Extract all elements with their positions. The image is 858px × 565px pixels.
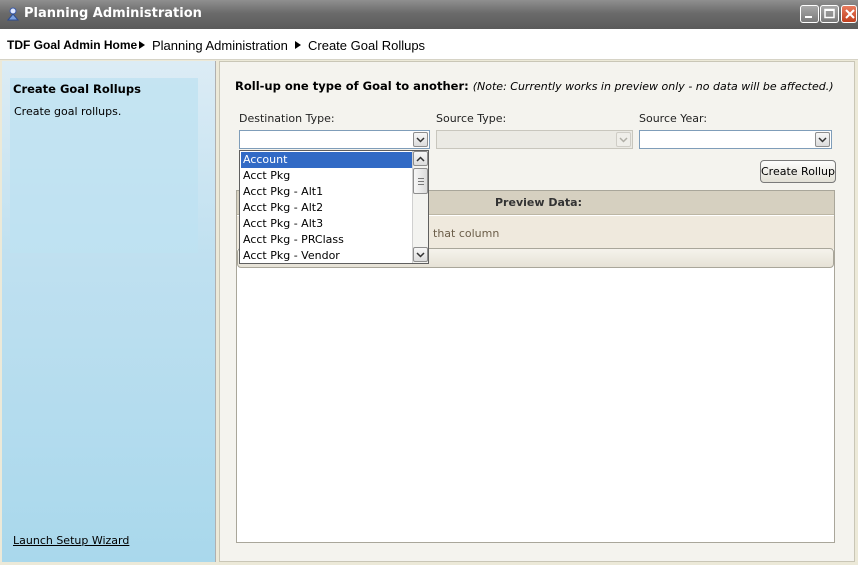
breadcrumb-create-goal-rollups: Create Goal Rollups [308, 38, 426, 53]
dropdown-option[interactable]: Acct Pkg - PRClass [241, 232, 413, 248]
source-year-label: Source Year: [639, 112, 708, 125]
launch-setup-wizard-link[interactable]: Launch Setup Wizard [13, 534, 129, 547]
scroll-thumb[interactable] [413, 168, 428, 194]
page-heading-text: Roll-up one type of Goal to another: [235, 79, 469, 93]
group-by-hint-text: that column [433, 227, 500, 240]
window-title: Planning Administration [24, 6, 202, 21]
source-year-select[interactable] [639, 130, 832, 149]
page-heading: Roll-up one type of Goal to another: (No… [235, 79, 834, 93]
source-type-label: Source Type: [436, 112, 507, 125]
dropdown-scrollbar[interactable] [412, 151, 428, 263]
destination-type-select[interactable] [239, 130, 430, 149]
close-button[interactable] [841, 5, 857, 23]
source-type-select[interactable] [436, 130, 633, 149]
app-icon [5, 6, 21, 22]
breadcrumb-home[interactable]: TDF Goal Admin Home [7, 38, 137, 52]
preview-title: Preview Data: [495, 196, 582, 209]
sidebar-description: Create goal rollups. [14, 105, 122, 118]
breadcrumb-separator-icon [139, 41, 145, 49]
chevron-down-icon [616, 132, 631, 147]
scroll-down-icon[interactable] [413, 247, 428, 262]
dropdown-option-account[interactable]: Account [241, 152, 413, 168]
destination-type-label: Destination Type: [239, 112, 335, 125]
dropdown-option[interactable]: Acct Pkg [241, 168, 413, 184]
breadcrumb-planning-administration[interactable]: Planning Administration [152, 38, 288, 53]
scroll-up-icon[interactable] [413, 151, 428, 166]
title-bar[interactable]: Planning Administration [0, 0, 858, 29]
dropdown-option[interactable]: Acct Pkg - Alt3 [241, 216, 413, 232]
dropdown-option[interactable]: Acct Pkg - Alt2 [241, 200, 413, 216]
breadcrumb: TDF Goal Admin Home Planning Administrat… [0, 29, 858, 60]
chevron-down-icon[interactable] [815, 132, 830, 147]
maximize-button[interactable] [820, 5, 839, 23]
dropdown-option[interactable]: Acct Pkg - Vendor [241, 248, 413, 264]
create-rollup-button[interactable]: Create Rollup [760, 160, 836, 183]
preview-note: (Note: Currently works in preview only -… [472, 80, 834, 93]
main-panel: Roll-up one type of Goal to another: (No… [219, 61, 855, 562]
sidebar-title: Create Goal Rollups [13, 82, 141, 96]
chevron-down-icon[interactable] [413, 132, 428, 147]
minimize-button[interactable] [800, 5, 819, 23]
app-window: Planning Administration TDF Goal Admin H… [0, 0, 858, 565]
dropdown-option[interactable]: Acct Pkg - Alt1 [241, 184, 413, 200]
sidebar: Create Goal Rollups Create goal rollups.… [2, 61, 216, 562]
breadcrumb-separator-icon [295, 41, 301, 49]
destination-type-dropdown-list: Account Acct Pkg Acct Pkg - Alt1 Acct Pk… [239, 150, 429, 264]
